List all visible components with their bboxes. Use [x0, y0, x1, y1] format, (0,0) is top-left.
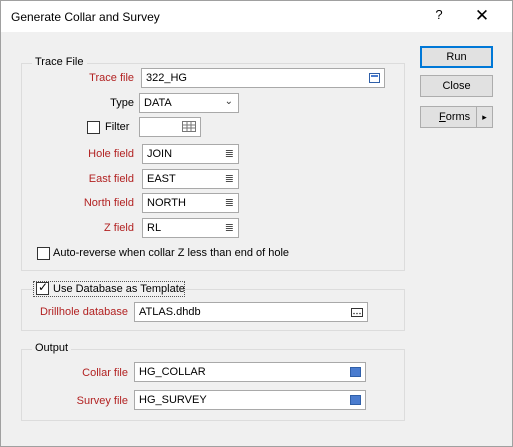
- north-field-label: North field: [83, 197, 134, 209]
- list-icon[interactable]: ≣: [225, 174, 234, 185]
- table-icon[interactable]: [182, 121, 196, 135]
- dialog-window: Generate Collar and Survey ? ✕ Trace Fil…: [0, 0, 513, 447]
- trace-file-group-title: Trace File: [32, 56, 87, 68]
- hole-field-value: JOIN: [147, 148, 173, 160]
- type-select[interactable]: DATA ⌄: [139, 93, 239, 113]
- east-field-label: East field: [88, 173, 134, 185]
- auto-reverse-label: Auto-reverse when collar Z less than end…: [53, 247, 290, 259]
- file-browse-icon[interactable]: [369, 73, 380, 86]
- trace-file-label: Trace file: [89, 72, 134, 84]
- use-template-label: Use Database as Template: [53, 283, 185, 295]
- forms-label-mnemonic: F: [439, 111, 446, 123]
- list-icon[interactable]: ≣: [225, 223, 234, 234]
- filter-label: Filter: [105, 121, 130, 133]
- z-field-value: RL: [147, 222, 162, 234]
- drillhole-database-value: ATLAS.dhdb: [139, 306, 201, 318]
- collar-file-label: Collar file: [82, 367, 128, 379]
- title-bar: Generate Collar and Survey ? ✕: [1, 1, 512, 32]
- forms-dropdown-arrow-icon[interactable]: ▸: [476, 107, 492, 127]
- list-icon[interactable]: ≣: [225, 198, 234, 209]
- list-icon[interactable]: ≣: [225, 149, 234, 160]
- file-save-icon[interactable]: [350, 367, 361, 380]
- hole-field-label: Hole field: [88, 148, 134, 160]
- z-field-input[interactable]: RL ≣: [142, 218, 239, 238]
- filter-input[interactable]: [139, 117, 201, 137]
- output-group-title: Output: [32, 342, 72, 354]
- trace-file-input[interactable]: 322_HG: [141, 68, 385, 88]
- trace-file-value: 322_HG: [146, 72, 187, 84]
- run-button[interactable]: Run: [420, 46, 493, 68]
- close-window-button[interactable]: ✕: [471, 5, 493, 27]
- survey-file-label: Survey file: [76, 395, 128, 407]
- forms-button[interactable]: Forms ▸: [420, 106, 493, 128]
- help-button[interactable]: ?: [431, 7, 447, 25]
- collar-file-value: HG_COLLAR: [139, 366, 206, 378]
- type-value: DATA: [144, 97, 172, 109]
- filter-checkbox[interactable]: [87, 121, 100, 134]
- collar-file-input[interactable]: HG_COLLAR: [134, 362, 366, 382]
- east-field-value: EAST: [147, 173, 176, 185]
- drillhole-database-label: Drillhole database: [39, 306, 128, 318]
- forms-label-rest: orms: [445, 111, 471, 123]
- z-field-label: Z field: [104, 222, 134, 234]
- chevron-down-icon: ⌄: [224, 96, 233, 107]
- survey-file-input[interactable]: HG_SURVEY: [134, 390, 366, 410]
- north-field-input[interactable]: NORTH ≣: [142, 193, 239, 213]
- hole-field-input[interactable]: JOIN ≣: [142, 144, 239, 164]
- browse-dots-icon[interactable]: [351, 308, 363, 320]
- output-group: [21, 349, 405, 421]
- type-label: Type: [110, 97, 134, 109]
- window-title: Generate Collar and Survey: [11, 10, 160, 24]
- north-field-value: NORTH: [147, 197, 186, 209]
- drillhole-database-input[interactable]: ATLAS.dhdb: [134, 302, 368, 322]
- auto-reverse-checkbox[interactable]: [37, 247, 50, 260]
- close-button[interactable]: Close: [420, 75, 493, 97]
- survey-file-value: HG_SURVEY: [139, 394, 207, 406]
- use-template-checkbox[interactable]: [36, 280, 49, 295]
- file-save-icon[interactable]: [350, 395, 361, 408]
- east-field-input[interactable]: EAST ≣: [142, 169, 239, 189]
